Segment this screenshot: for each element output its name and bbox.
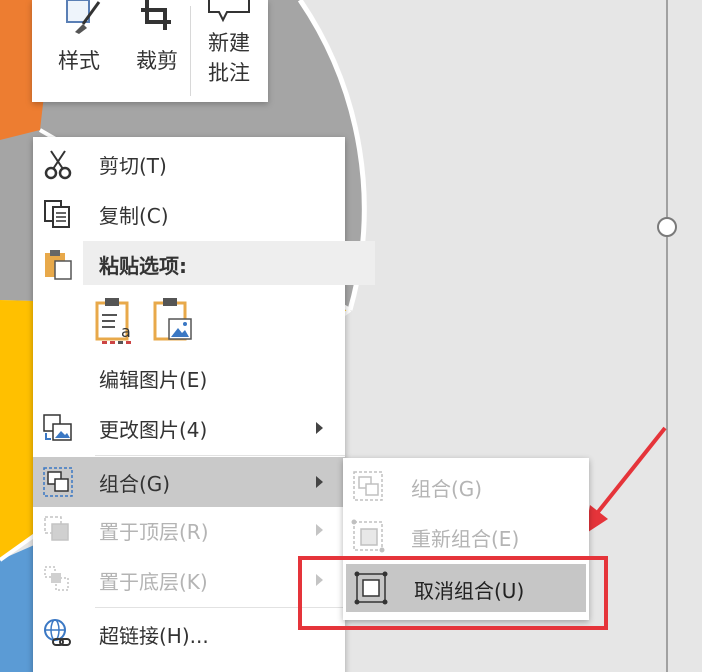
screenshot-stage: 样式 裁剪 新建 批注 剪切(T) 复制(C) 粘贴选项: a 编辑图片(E) … xyxy=(0,0,702,672)
cut-label: 剪切(T) xyxy=(99,153,167,178)
paste-options-header: 粘贴选项: xyxy=(83,241,375,285)
crop-label: 裁剪 xyxy=(136,49,178,73)
copy-label: 复制(C) xyxy=(99,203,169,228)
chevron-right-icon xyxy=(316,422,323,434)
group-icon xyxy=(43,467,73,497)
paste-option-keep-text[interactable]: a xyxy=(93,295,137,345)
change-picture-icon xyxy=(43,414,72,441)
edit-picture-label: 编辑图片(E) xyxy=(99,367,208,392)
regroup-icon xyxy=(351,519,385,553)
menu-item-cut[interactable]: 剪切(T) xyxy=(33,143,345,185)
clipboard-icon xyxy=(45,250,72,280)
submenu-item-group[interactable]: 组合(G) xyxy=(343,462,589,510)
new-comment-button[interactable]: 新建 批注 xyxy=(196,0,262,102)
svg-text:a: a xyxy=(121,322,131,341)
annotation-highlight-box xyxy=(298,556,608,630)
style-button[interactable]: 样式 xyxy=(46,0,112,102)
change-picture-label: 更改图片(4) xyxy=(99,417,208,442)
submenu-group-label: 组合(G) xyxy=(411,477,483,501)
send-to-back-icon xyxy=(44,566,69,591)
comment-icon xyxy=(208,0,250,23)
group-icon xyxy=(353,471,383,501)
bring-to-front-icon xyxy=(44,516,69,541)
toolbar-divider xyxy=(190,6,191,96)
new-comment-label-line2: 批注 xyxy=(208,61,250,85)
paste-option-picture[interactable] xyxy=(151,295,195,345)
paste-picture-icon xyxy=(153,298,192,341)
submenu-item-regroup[interactable]: 重新组合(E) xyxy=(343,512,589,560)
menu-separator xyxy=(95,455,345,456)
menu-item-change-picture[interactable]: 更改图片(4) xyxy=(33,407,345,449)
paste-text-icon: a xyxy=(95,298,131,344)
menu-item-edit-picture[interactable]: 编辑图片(E) xyxy=(33,357,345,399)
group-label: 组合(G) xyxy=(99,471,171,496)
resize-handle xyxy=(657,217,677,237)
chevron-right-icon xyxy=(316,524,323,536)
mini-toolbar: 样式 裁剪 新建 批注 xyxy=(32,0,268,102)
paintbrush-icon xyxy=(66,0,101,34)
paste-options-label: 粘贴选项: xyxy=(99,254,187,278)
new-comment-label-line1: 新建 xyxy=(208,31,250,55)
hyperlink-label: 超链接(H)... xyxy=(99,623,209,648)
copy-icon xyxy=(44,200,70,228)
bring-to-front-label: 置于顶层(R) xyxy=(99,519,209,544)
menu-item-group[interactable]: 组合(G) xyxy=(33,457,345,507)
hyperlink-icon xyxy=(44,619,71,646)
submenu-regroup-label: 重新组合(E) xyxy=(411,527,520,551)
send-to-back-label: 置于底层(K) xyxy=(99,569,208,594)
scissors-icon xyxy=(44,150,72,180)
crop-icon xyxy=(141,0,171,30)
chevron-right-icon xyxy=(316,476,323,488)
menu-item-bring-to-front[interactable]: 置于顶层(R) xyxy=(33,509,345,551)
menu-item-copy[interactable]: 复制(C) xyxy=(33,193,345,235)
style-label: 样式 xyxy=(58,49,100,73)
crop-button[interactable]: 裁剪 xyxy=(124,0,190,102)
